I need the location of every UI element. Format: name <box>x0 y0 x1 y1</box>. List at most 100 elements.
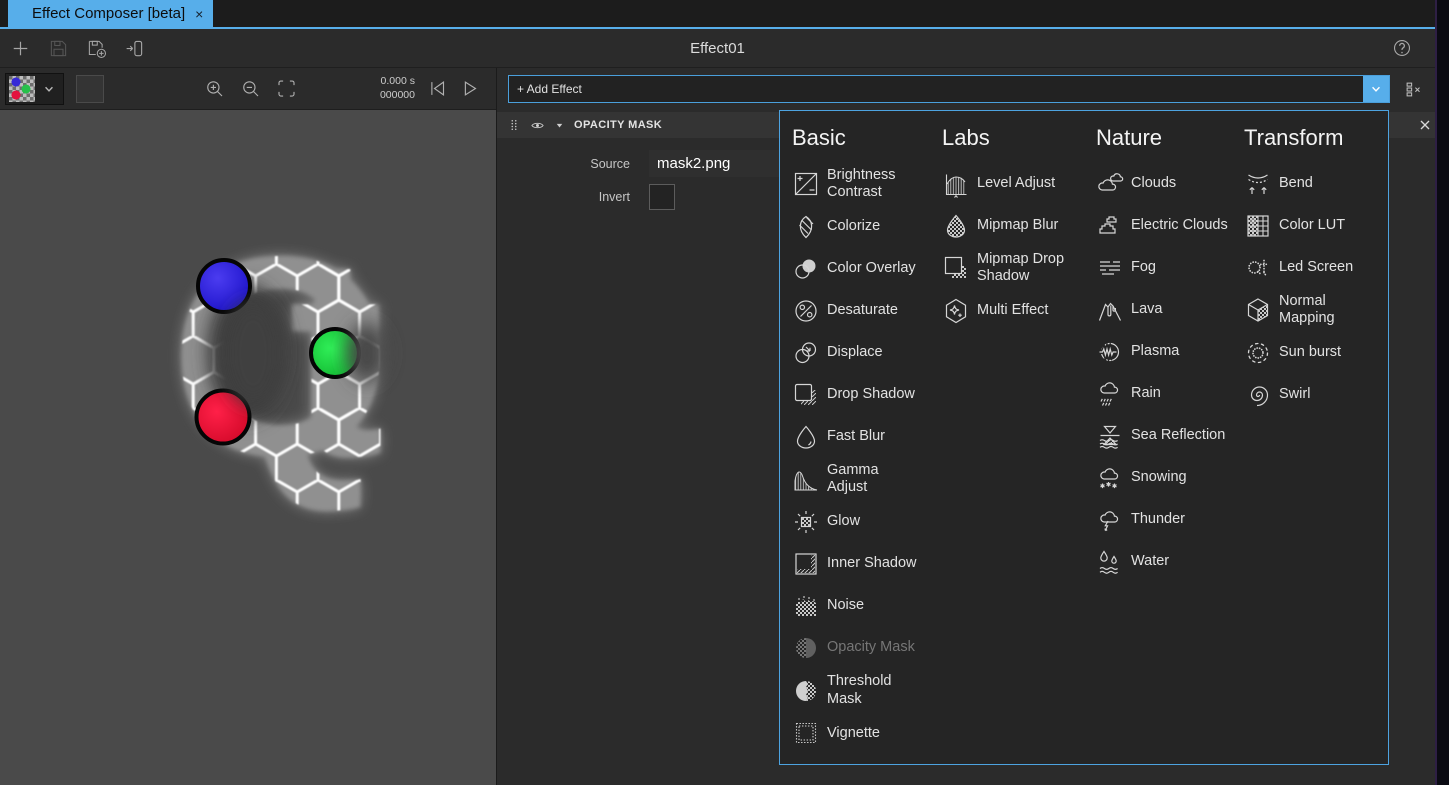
noise-icon <box>792 592 820 620</box>
effect-item-label: Desaturate <box>827 302 898 319</box>
drag-handle-icon[interactable] <box>507 118 521 132</box>
effect-item-label: Level Adjust <box>977 175 1055 192</box>
effect-item-led-screen[interactable]: Led Screen <box>1244 251 1388 284</box>
help-button[interactable] <box>1391 37 1413 59</box>
effect-item-glow[interactable]: Glow <box>792 505 942 538</box>
effect-item-clouds[interactable]: Clouds <box>1096 167 1244 200</box>
qt-logo-preview: Qt Qt Qt <box>0 110 496 785</box>
effect-item-label: Brightness Contrast <box>827 167 896 201</box>
effect-item-water[interactable]: Water <box>1096 545 1244 578</box>
source-value: mask2.png <box>657 155 730 172</box>
snowing-icon <box>1096 464 1124 492</box>
effect-item-label: Mipmap Blur <box>977 217 1058 234</box>
save-as-button[interactable] <box>85 37 107 59</box>
preview-source-selector[interactable] <box>5 73 64 105</box>
plus-icon <box>10 38 31 59</box>
invert-checkbox[interactable] <box>649 184 675 210</box>
assign-to-item-button[interactable] <box>123 37 145 59</box>
clouds-icon <box>1096 170 1124 198</box>
displace-icon <box>792 339 820 367</box>
caret-down-icon[interactable] <box>554 120 565 131</box>
invert-label: Invert <box>497 190 649 204</box>
play-icon[interactable] <box>459 78 480 99</box>
effect-item-rain[interactable]: Rain <box>1096 377 1244 410</box>
tab-effect-composer[interactable]: Effect Composer [beta] × <box>8 0 213 27</box>
add-effect-combobox[interactable]: + Add Effect <box>508 75 1390 103</box>
save-icon <box>48 38 69 59</box>
effect-item-label: Clouds <box>1131 175 1176 192</box>
effect-item-label: Led Screen <box>1279 259 1353 276</box>
fit-view-icon[interactable] <box>276 78 297 99</box>
effect-item-vignette[interactable]: Vignette <box>792 717 942 750</box>
effect-item-drop-shadow[interactable]: Drop Shadow <box>792 378 942 411</box>
effect-item-label: Vignette <box>827 725 880 742</box>
mipmap-blur-icon <box>942 212 970 240</box>
close-icon[interactable] <box>1417 117 1433 133</box>
lava-icon <box>1096 296 1124 324</box>
effect-item-bend[interactable]: Bend <box>1244 167 1388 200</box>
effect-item-fog[interactable]: Fog <box>1096 251 1244 284</box>
window-edge-strip <box>1435 0 1449 785</box>
effect-item-brightness-contrast[interactable]: Brightness Contrast <box>792 167 942 201</box>
gamma-adjust-icon <box>792 465 820 493</box>
preview-pane: 0.000 s 000000 <box>0 68 497 785</box>
glow-icon <box>792 508 820 536</box>
background-color-swatch[interactable] <box>76 75 104 103</box>
effect-item-thunder[interactable]: Thunder <box>1096 503 1244 536</box>
effect-item-label: Glow <box>827 513 860 530</box>
effect-item-swirl[interactable]: Swirl <box>1244 378 1388 411</box>
effect-item-colorize[interactable]: Colorize <box>792 210 942 243</box>
effect-item-multi-effect[interactable]: Multi Effect <box>942 294 1096 327</box>
tab-title: Effect Composer [beta] <box>32 5 185 22</box>
effect-item-lava[interactable]: Lava <box>1096 293 1244 326</box>
effect-item-mipmap-blur[interactable]: Mipmap Blur <box>942 209 1096 242</box>
rain-icon <box>1096 380 1124 408</box>
led-screen-icon <box>1244 254 1272 282</box>
tab-bar: Effect Composer [beta] × <box>0 0 1435 29</box>
effect-item-snowing[interactable]: Snowing <box>1096 461 1244 494</box>
effect-item-inner-shadow[interactable]: Inner Shadow <box>792 547 942 580</box>
save-button[interactable] <box>47 37 69 59</box>
effect-item-desaturate[interactable]: Desaturate <box>792 294 942 327</box>
effect-item-mipmap-drop-shadow[interactable]: Mipmap Drop Shadow <box>942 251 1096 285</box>
effect-item-plasma[interactable]: Plasma <box>1096 335 1244 368</box>
clear-all-effects-button[interactable] <box>1390 79 1436 100</box>
effect-item-electric-clouds[interactable]: Electric Clouds <box>1096 209 1244 242</box>
effect-item-color-overlay[interactable]: Color Overlay <box>792 252 942 285</box>
effect-item-label: Sun burst <box>1279 344 1341 361</box>
effect-item-label: Colorize <box>827 218 880 235</box>
effect-item-label: Lava <box>1131 301 1162 318</box>
category-header: Labs <box>942 125 1096 151</box>
effect-item-label: Opacity Mask <box>827 639 915 656</box>
tab-close-icon[interactable]: × <box>195 6 203 22</box>
effect-item-color-lut[interactable]: Color LUT <box>1244 209 1388 242</box>
chevron-down-icon[interactable] <box>41 81 57 97</box>
category-labs: Labs Level Adjust Mipmap Blur Mipmap Drop S… <box>942 123 1096 764</box>
mask-thumbnail[interactable] <box>9 76 35 102</box>
sea-reflection-icon <box>1096 422 1124 450</box>
add-effect-dropdown: BasicBrightness ContrastColorizeColor Ov… <box>779 110 1389 765</box>
threshold-mask-icon <box>792 677 820 705</box>
zoom-in-icon[interactable] <box>204 78 225 99</box>
effect-item-label: Drop Shadow <box>827 386 915 403</box>
eye-icon[interactable] <box>530 118 545 133</box>
effect-item-level-adjust[interactable]: Level Adjust <box>942 167 1096 200</box>
effect-item-normal-mapping[interactable]: Normal Mapping <box>1244 293 1388 327</box>
effect-item-gamma-adjust[interactable]: Gamma Adjust <box>792 462 942 496</box>
effect-item-threshold-mask[interactable]: Threshold Mask <box>792 673 942 707</box>
new-composition-button[interactable] <box>9 37 31 59</box>
composition-title: Effect01 <box>0 29 1435 68</box>
save-as-icon <box>86 38 107 59</box>
effect-item-sun-burst[interactable]: Sun burst <box>1244 336 1388 369</box>
effect-item-noise[interactable]: Noise <box>792 589 942 622</box>
skip-start-icon[interactable] <box>427 78 448 99</box>
colorize-icon <box>792 213 820 241</box>
export-icon <box>124 38 145 59</box>
effect-item-label: Normal Mapping <box>1279 293 1335 327</box>
zoom-out-icon[interactable] <box>240 78 261 99</box>
preview-canvas[interactable]: Qt Qt Qt <box>0 110 496 785</box>
effect-item-fast-blur[interactable]: Fast Blur <box>792 420 942 453</box>
effect-item-sea-reflection[interactable]: Sea Reflection <box>1096 419 1244 452</box>
effect-item-displace[interactable]: Displace <box>792 336 942 369</box>
add-effect-chevron-button[interactable] <box>1363 76 1389 102</box>
